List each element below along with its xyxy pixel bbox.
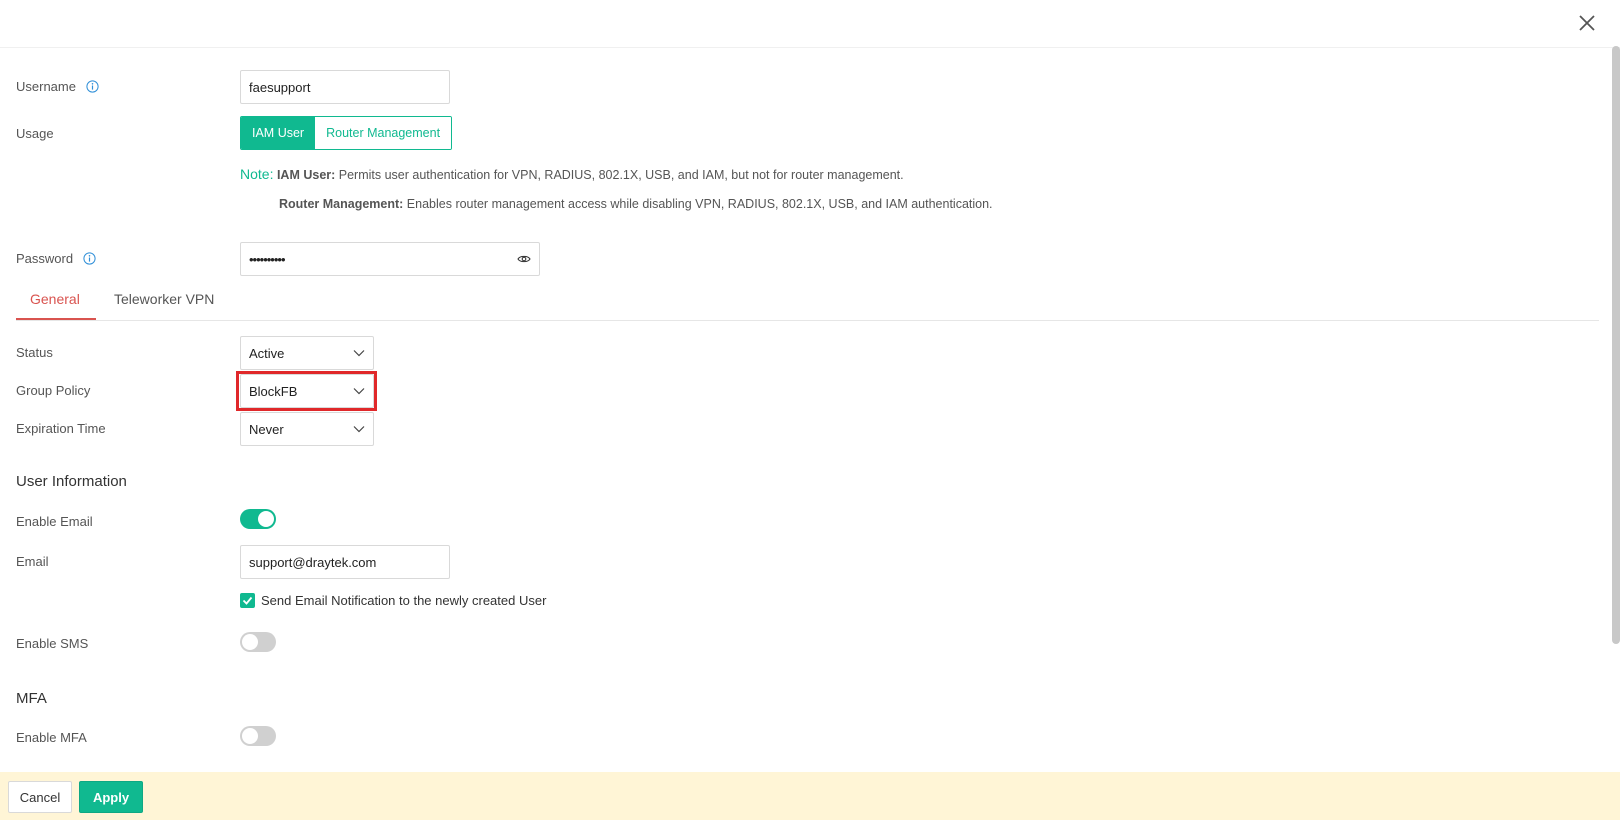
usage-note-router: Router Management: Enables router manage… (279, 197, 993, 211)
user-information-title: User Information (16, 473, 127, 490)
enable-sms-toggle[interactable] (240, 632, 276, 652)
send-email-notification-label: Send Email Notification to the newly cre… (261, 593, 547, 608)
group-policy-highlight (236, 371, 377, 411)
toggle-knob (242, 634, 258, 650)
status-label: Status (16, 345, 53, 360)
note-router-management-text: Enables router management access while d… (403, 197, 993, 211)
email-input[interactable]: support@draytek.com (240, 545, 450, 579)
note-iam-user-text: Permits user authentication for VPN, RAD… (335, 168, 904, 182)
enable-email-toggle[interactable] (240, 509, 276, 529)
active-tab-indicator (16, 318, 96, 320)
enable-mfa-label: Enable MFA (16, 730, 87, 745)
toggle-knob (258, 511, 274, 527)
usage-option-router-management[interactable]: Router Management (315, 117, 452, 149)
username-input[interactable]: faesupport (240, 70, 450, 104)
group-policy-label: Group Policy (16, 383, 91, 398)
usage-label: Usage (16, 126, 54, 141)
username-label: Username (16, 79, 99, 94)
password-label: Password (16, 251, 96, 266)
status-select[interactable]: Active (240, 336, 374, 370)
checkmark-icon (242, 596, 253, 605)
usage-segmented-control: IAM User Router Management (240, 116, 453, 150)
usage-note: Note: IAM User: Permits user authenticat… (240, 166, 904, 182)
email-label: Email (16, 554, 49, 569)
enable-sms-label: Enable SMS (16, 636, 89, 651)
note-iam-user-title: IAM User: (276, 168, 336, 182)
apply-button[interactable]: Apply (79, 781, 143, 813)
cancel-button[interactable]: Cancel (8, 781, 72, 813)
note-router-management-title: Router Management: (279, 197, 404, 211)
enable-email-label: Enable Email (16, 514, 93, 529)
tab-general[interactable]: General (30, 291, 80, 307)
note-prefix: Note: (240, 166, 274, 182)
close-icon[interactable] (1576, 12, 1598, 34)
dialog-header (0, 0, 1620, 48)
tab-teleworker-vpn[interactable]: Teleworker VPN (114, 291, 214, 307)
tab-bar: General Teleworker VPN (16, 286, 1599, 321)
dialog-footer: Cancel Apply (0, 772, 1620, 820)
expiration-time-label: Expiration Time (16, 421, 106, 436)
usage-option-iam-user[interactable]: IAM User (241, 117, 316, 149)
chevron-down-icon (353, 426, 365, 433)
toggle-knob (242, 728, 258, 744)
info-icon[interactable] (85, 80, 99, 93)
enable-mfa-toggle[interactable] (240, 726, 276, 746)
scrollbar[interactable] (1612, 46, 1620, 644)
info-icon[interactable] (83, 252, 96, 265)
chevron-down-icon (353, 350, 365, 357)
password-input[interactable]: •••••••••• (240, 242, 540, 276)
send-email-notification-checkbox[interactable] (240, 593, 255, 608)
eye-icon[interactable] (517, 254, 531, 264)
mfa-title: MFA (16, 690, 47, 707)
expiration-time-select[interactable]: Never (240, 412, 374, 446)
